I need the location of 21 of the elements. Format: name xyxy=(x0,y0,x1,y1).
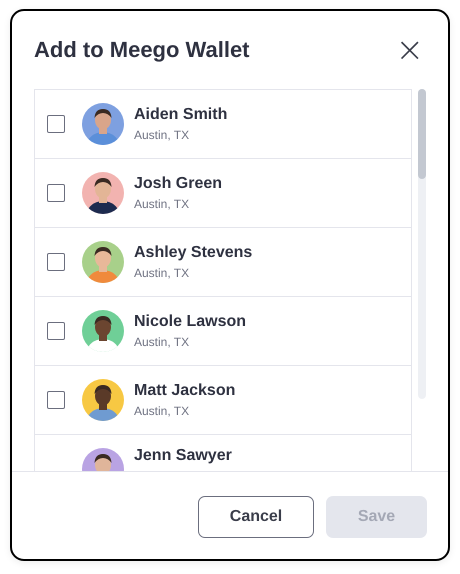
contact-name: Ashley Stevens xyxy=(134,244,252,262)
scrollbar-thumb[interactable] xyxy=(418,89,426,179)
checkbox[interactable] xyxy=(47,322,65,340)
dialog-title: Add to Meego Wallet xyxy=(34,37,250,63)
contact-location: Austin, TX xyxy=(134,128,190,142)
contact-location: Austin, TX xyxy=(134,266,190,280)
contact-name: Nicole Lawson xyxy=(134,313,246,331)
contact-location: Austin, TX xyxy=(134,197,190,211)
contact-name: Jenn Sawyer xyxy=(134,447,232,465)
contact-name: Josh Green xyxy=(134,175,222,193)
contact-name: Aiden Smith xyxy=(134,106,228,124)
contact-name: Matt Jackson xyxy=(134,382,236,400)
checkbox[interactable] xyxy=(47,115,65,133)
cancel-button[interactable]: Cancel xyxy=(198,496,314,538)
checkbox[interactable] xyxy=(47,184,65,202)
contact-location: Austin, TX xyxy=(134,335,190,349)
checkbox[interactable] xyxy=(47,391,65,409)
checkbox[interactable] xyxy=(47,253,65,271)
close-button[interactable]: × xyxy=(392,35,428,65)
contact-location: Austin, TX xyxy=(134,404,190,418)
scrollbar[interactable] xyxy=(418,89,426,399)
